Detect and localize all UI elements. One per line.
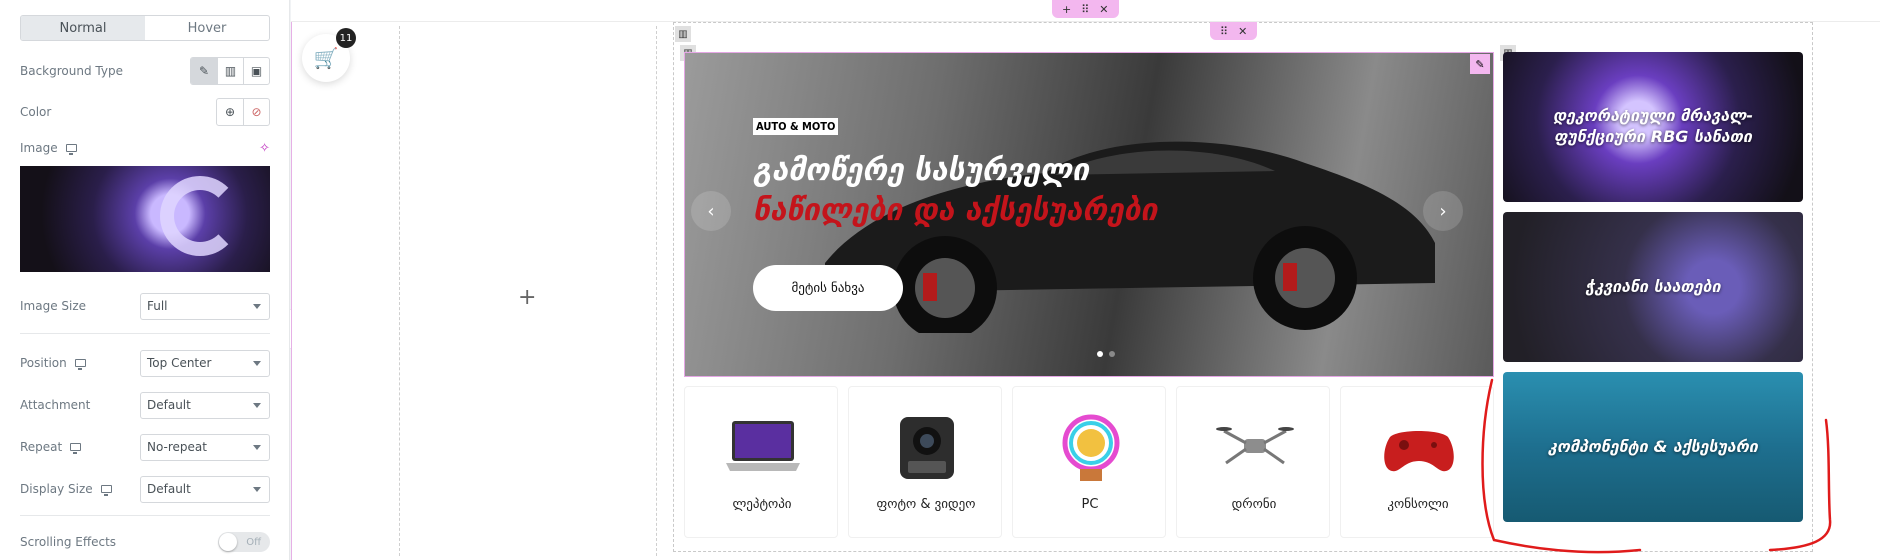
slideshow-icon[interactable]: ▣ [243,58,269,84]
cart-button[interactable]: 🛒 11 [302,28,356,82]
scrolling-effects-toggle[interactable]: Off [218,532,270,552]
category-label: ფოტო & ვიდეო [876,497,976,512]
image-size-select[interactable]: Full [140,292,270,320]
chevron-down-icon [253,444,261,450]
drag-handle-icon[interactable]: ⠿ [1220,25,1228,38]
attachment-label: Attachment [20,398,91,412]
rgb-cooler-image [1062,414,1120,481]
image-size-label: Image Size [20,299,87,313]
chevron-left-icon: ‹ [707,200,715,222]
category-row: ლეპტოპი ფოტო & ვიდეო PC დრონი კონსოლი [684,386,1494,538]
category-label: კონსოლი [1387,497,1449,512]
tab-hover[interactable]: Hover [145,16,269,40]
desktop-icon[interactable] [100,485,112,496]
promo-text: კომპონენტი & აქსესუარი [1548,436,1758,456]
image-label: Image [20,141,58,155]
promo-banner-components[interactable]: კომპონენტი & აქსესუარი [1503,372,1803,522]
display-size-select[interactable]: Default [140,475,270,503]
category-card-drone[interactable]: დრონი [1176,386,1330,538]
attachment-row: Attachment Default [20,390,270,420]
display-size-row: Display Size Default [20,474,270,504]
lamp-image [160,176,240,256]
background-type-control: ✎ ▥ ▣ [190,57,270,85]
category-label: დრონი [1231,497,1277,512]
repeat-row: Repeat No-repeat [20,432,270,462]
desktop-icon[interactable] [65,144,77,155]
chevron-down-icon [253,303,261,309]
edit-pencil-icon[interactable]: ✎ [1470,54,1490,74]
category-label: PC [1081,497,1099,512]
chevron-down-icon [253,486,261,492]
ai-sparkle-icon[interactable]: ✧ [259,141,270,156]
promo-text: ჭკვიანი საათები [1585,276,1721,296]
section-toolbar: + ⠿ ✕ [1052,0,1119,18]
category-card-console[interactable]: კონსოლი [1340,386,1494,538]
category-card-pc[interactable]: PC [1012,386,1166,538]
cart-icon: 🛒 [313,46,339,70]
brush-icon[interactable]: ✎ [191,58,217,84]
slider-prev-arrow[interactable]: ‹ [691,191,731,231]
repeat-label: Repeat [20,440,63,454]
slider-next-arrow[interactable]: › [1423,191,1463,231]
position-label: Position [20,356,67,370]
divider [20,333,270,334]
see-more-button[interactable]: მეტის ნახვა [753,265,903,311]
promo-banner-lamp[interactable]: დეკორატიული მრავალ-ფუნქციური RBG სანათი [1503,52,1803,202]
gradient-icon[interactable]: ▥ [217,58,243,84]
category-card-photo-video[interactable]: ფოტო & ვიდეო [848,386,1002,538]
chevron-right-icon: › [1439,200,1447,222]
color-row: Color ⊕ ⊘ [20,97,270,127]
drag-handle-icon[interactable]: ⠿ [1081,3,1089,16]
drone-image [1216,427,1294,465]
divider [20,515,270,516]
image-row: Image ✧ [20,133,270,163]
display-size-label: Display Size [20,482,93,496]
position-row: Position Top Center [20,348,270,378]
repeat-select[interactable]: No-repeat [140,433,270,461]
scrolling-effects-row: Scrolling Effects Off [20,527,270,557]
slide-category-tag: AUTO & MOTO [753,118,839,135]
add-icon[interactable]: + [1062,3,1071,16]
laptop-image [726,421,800,471]
category-label: ლეპტოპი [732,497,792,512]
category-card-laptop[interactable]: ლეპტოპი [684,386,838,538]
column-icon[interactable]: ▥ [675,26,691,42]
color-label: Color [20,105,52,119]
background-type-row: Background Type ✎ ▥ ▣ [20,56,270,86]
no-color-icon[interactable]: ⊘ [243,99,269,125]
desktop-icon[interactable] [70,443,82,454]
background-type-label: Background Type [20,64,123,78]
promo-banner-smartwatch[interactable]: ჭკვიანი საათები [1503,212,1803,362]
tab-normal[interactable]: Normal [21,16,145,40]
cart-count-badge: 11 [336,28,356,48]
gamepad-image [1384,431,1454,472]
close-icon[interactable]: ✕ [1238,25,1247,38]
slide-headline: გამოწერე სასურველი [753,153,1089,188]
color-control: ⊕ ⊘ [216,98,270,126]
pagination-dot[interactable] [1097,351,1103,357]
hero-slider[interactable]: AUTO & MOTO გამოწერე სასურველი ნაწილები … [684,52,1494,377]
add-widget-icon[interactable]: + [518,285,536,310]
globe-icon[interactable]: ⊕ [217,99,243,125]
scrolling-effects-label: Scrolling Effects [20,535,117,549]
camera-image [900,417,954,479]
position-select[interactable]: Top Center [140,349,270,377]
pagination-dot[interactable] [1109,351,1115,357]
slide-subheadline: ნაწილები და აქსესუარები [753,193,1158,228]
state-tabs: Normal Hover [20,15,270,41]
promo-text: დეკორატიული მრავალ-ფუნქციური RBG სანათი [1552,106,1754,146]
chevron-down-icon [253,360,261,366]
container-toolbar: ⠿ ✕ [1210,22,1258,40]
chevron-down-icon [253,402,261,408]
close-icon[interactable]: ✕ [1099,3,1108,16]
attachment-select[interactable]: Default [140,391,270,419]
style-panel: Normal Hover Background Type ✎ ▥ ▣ Color… [0,0,290,560]
image-preview[interactable] [20,166,270,272]
desktop-icon[interactable] [74,359,86,370]
image-size-row: Image Size Full [20,291,270,321]
slider-pagination [1097,351,1115,357]
